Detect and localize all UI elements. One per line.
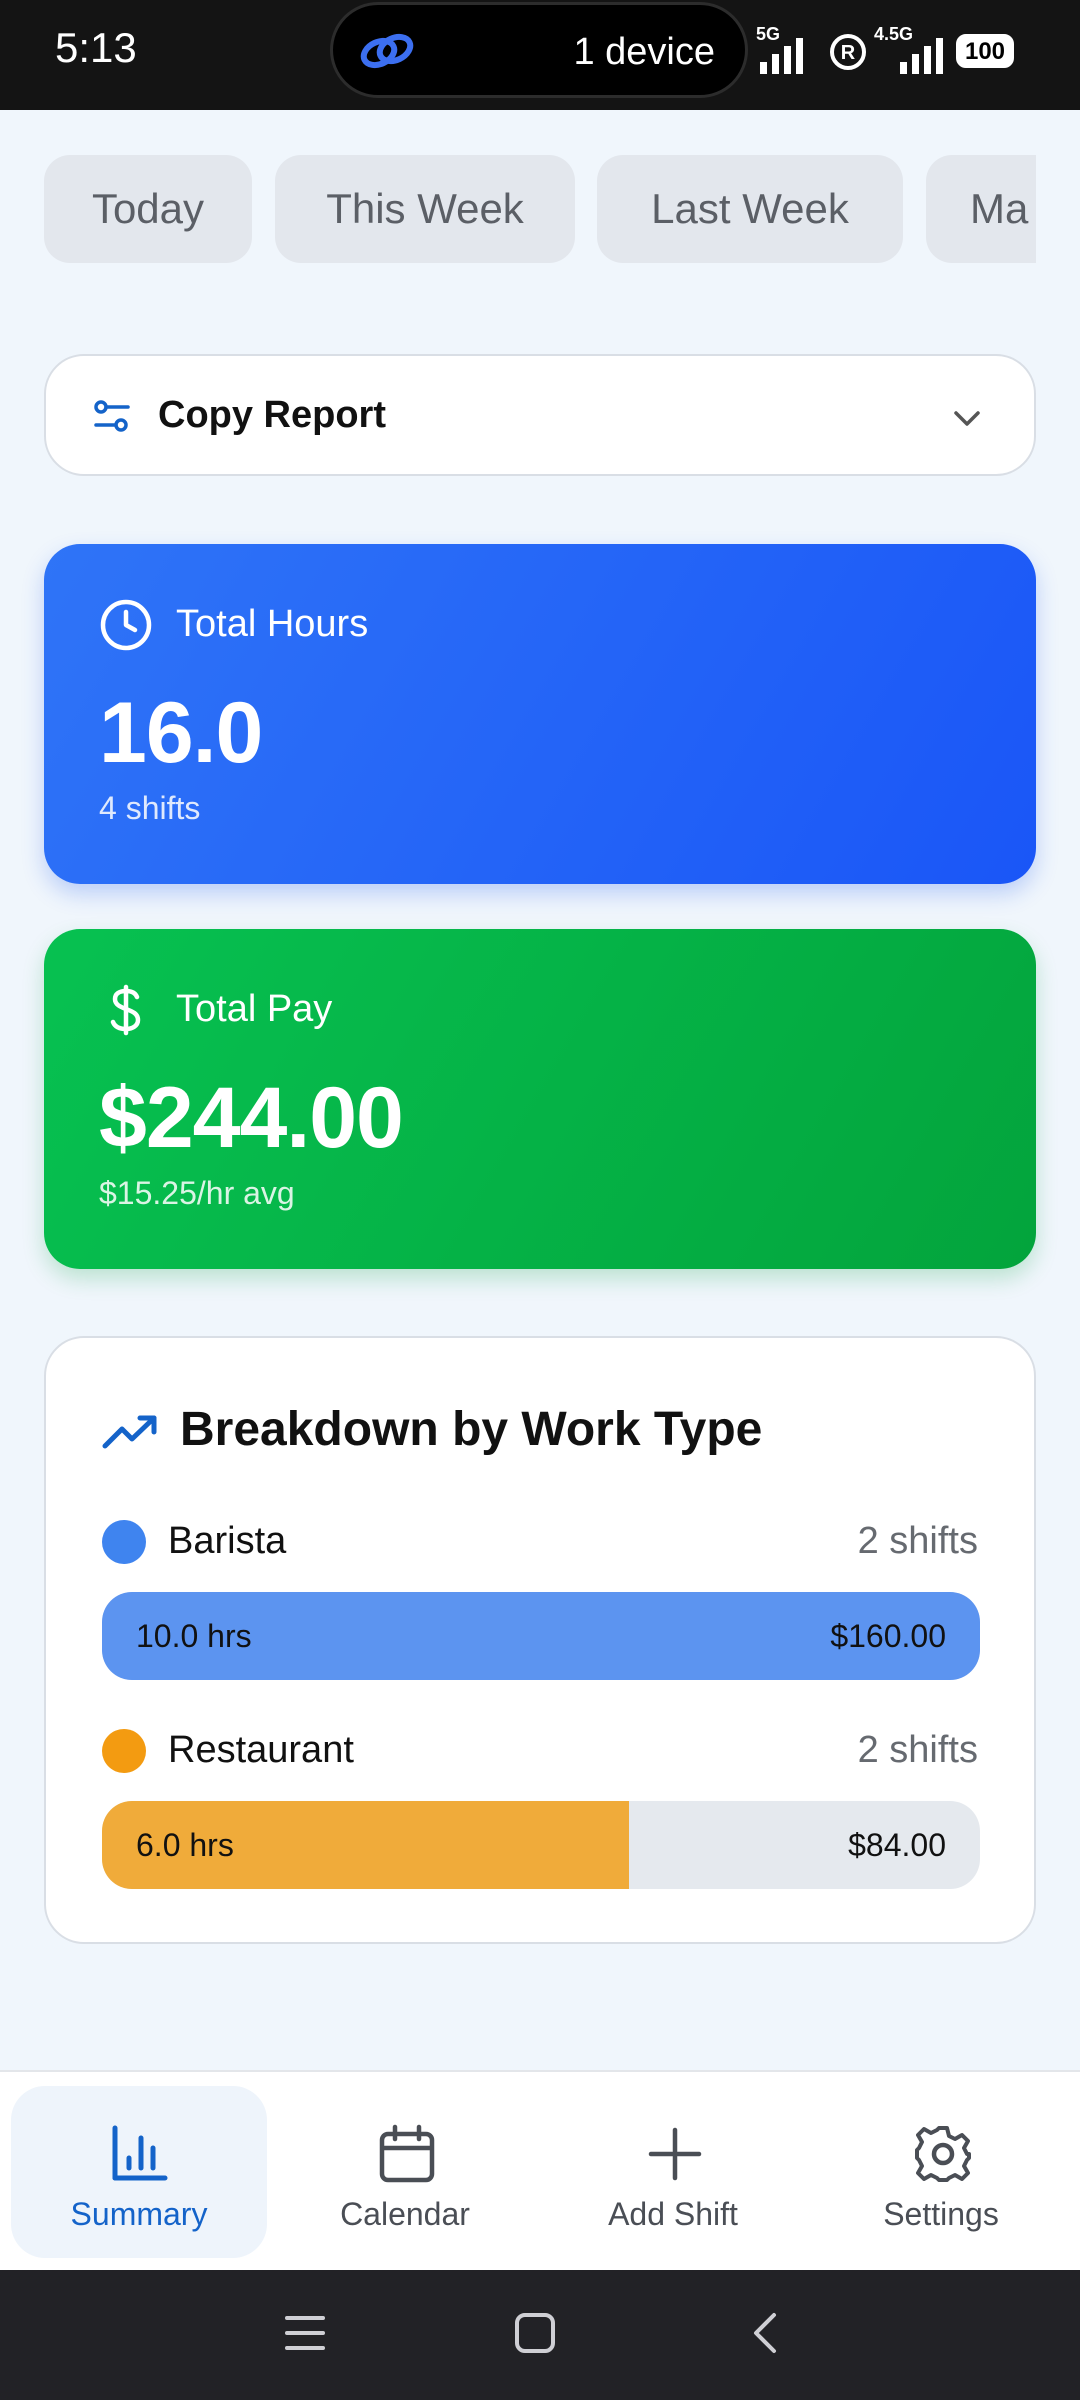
chip-month[interactable]: Ma	[926, 155, 1036, 263]
calendar-icon	[379, 2124, 435, 2183]
nav-label: Summary	[70, 2196, 208, 2232]
chevron-down-icon	[954, 411, 980, 426]
work-type-hours: 6.0 hrs	[136, 1827, 234, 1863]
registered-icon: R	[830, 34, 866, 70]
work-type-shift-count: 2 shifts	[857, 1729, 978, 1771]
date-filter-chips: Today This Week Last Week Ma	[44, 155, 1036, 265]
hourly-average: $15.25/hr avg	[99, 1175, 295, 1211]
work-type-pay: $160.00	[830, 1618, 946, 1654]
system-icons: 5G R 4.5G 100	[756, 24, 1026, 84]
work-type-breakdown: Breakdown by Work Type Barista 2 shifts …	[44, 1336, 1036, 1944]
nav-calendar[interactable]: Calendar	[277, 2086, 533, 2258]
total-pay-label: Total Pay	[176, 988, 333, 1030]
status-bar: 5:13 1 device 5G R 4.5G 100	[0, 0, 1080, 110]
menu-icon[interactable]	[284, 2312, 326, 2354]
back-icon[interactable]	[748, 2312, 784, 2354]
work-type-hours: 10.0 hrs	[136, 1618, 252, 1654]
work-type-name: Restaurant	[168, 1729, 354, 1771]
nav-label: Calendar	[340, 2196, 470, 2232]
plus-icon	[648, 2127, 702, 2181]
restaurant-color-dot	[102, 1729, 146, 1773]
battery-level: 100	[964, 38, 1006, 65]
total-hours-label: Total Hours	[176, 603, 369, 645]
chip-today[interactable]: Today	[44, 155, 252, 263]
copy-report-label: Copy Report	[158, 394, 386, 436]
chip-last-week[interactable]: Last Week	[597, 155, 903, 263]
total-hours-card: Total Hours 16.0 4 shifts	[44, 544, 1036, 884]
total-hours-value: 16.0	[99, 685, 263, 781]
link-icon	[360, 33, 414, 69]
bottom-navigation: Summary Calendar Add Shift Settings	[0, 2070, 1080, 2272]
signal-icon	[760, 38, 803, 74]
system-navigation-bar	[0, 2270, 1080, 2400]
work-type-shift-count: 2 shifts	[857, 1520, 978, 1562]
status-time: 5:13	[55, 24, 137, 71]
total-pay-value: $244.00	[99, 1070, 404, 1166]
copy-report-dropdown[interactable]: Copy Report	[44, 354, 1036, 476]
signal-icon-2	[900, 38, 943, 74]
nav-add-shift[interactable]: Add Shift	[545, 2086, 801, 2258]
pill-text: 1 device	[573, 31, 715, 73]
trending-up-icon	[102, 1415, 157, 1449]
gear-icon	[915, 2126, 971, 2182]
nav-settings[interactable]: Settings	[813, 2086, 1069, 2258]
home-icon[interactable]	[514, 2312, 556, 2354]
work-type-pay: $84.00	[848, 1827, 946, 1863]
total-pay-card: Total Pay $244.00 $15.25/hr avg	[44, 929, 1036, 1269]
breakdown-title: Breakdown by Work Type	[180, 1403, 763, 1456]
shift-count: 4 shifts	[99, 790, 201, 826]
bar-chart-icon	[112, 2125, 168, 2181]
chip-this-week[interactable]: This Week	[275, 155, 575, 263]
work-type-name: Barista	[168, 1520, 287, 1562]
connection-pill[interactable]: 1 device	[330, 2, 748, 98]
dollar-icon	[110, 984, 141, 1036]
svg-text:R: R	[841, 42, 856, 64]
barista-color-dot	[102, 1520, 146, 1564]
clock-icon	[100, 599, 152, 651]
nav-summary[interactable]: Summary	[11, 2086, 267, 2258]
work-type-bar: 6.0 hrs $84.00	[102, 1801, 980, 1889]
sliders-icon	[94, 400, 130, 432]
work-type-bar: 10.0 hrs $160.00	[102, 1592, 980, 1680]
nav-label: Add Shift	[608, 2196, 738, 2232]
battery-icon: 100	[956, 34, 1014, 68]
nav-label: Settings	[883, 2196, 999, 2232]
